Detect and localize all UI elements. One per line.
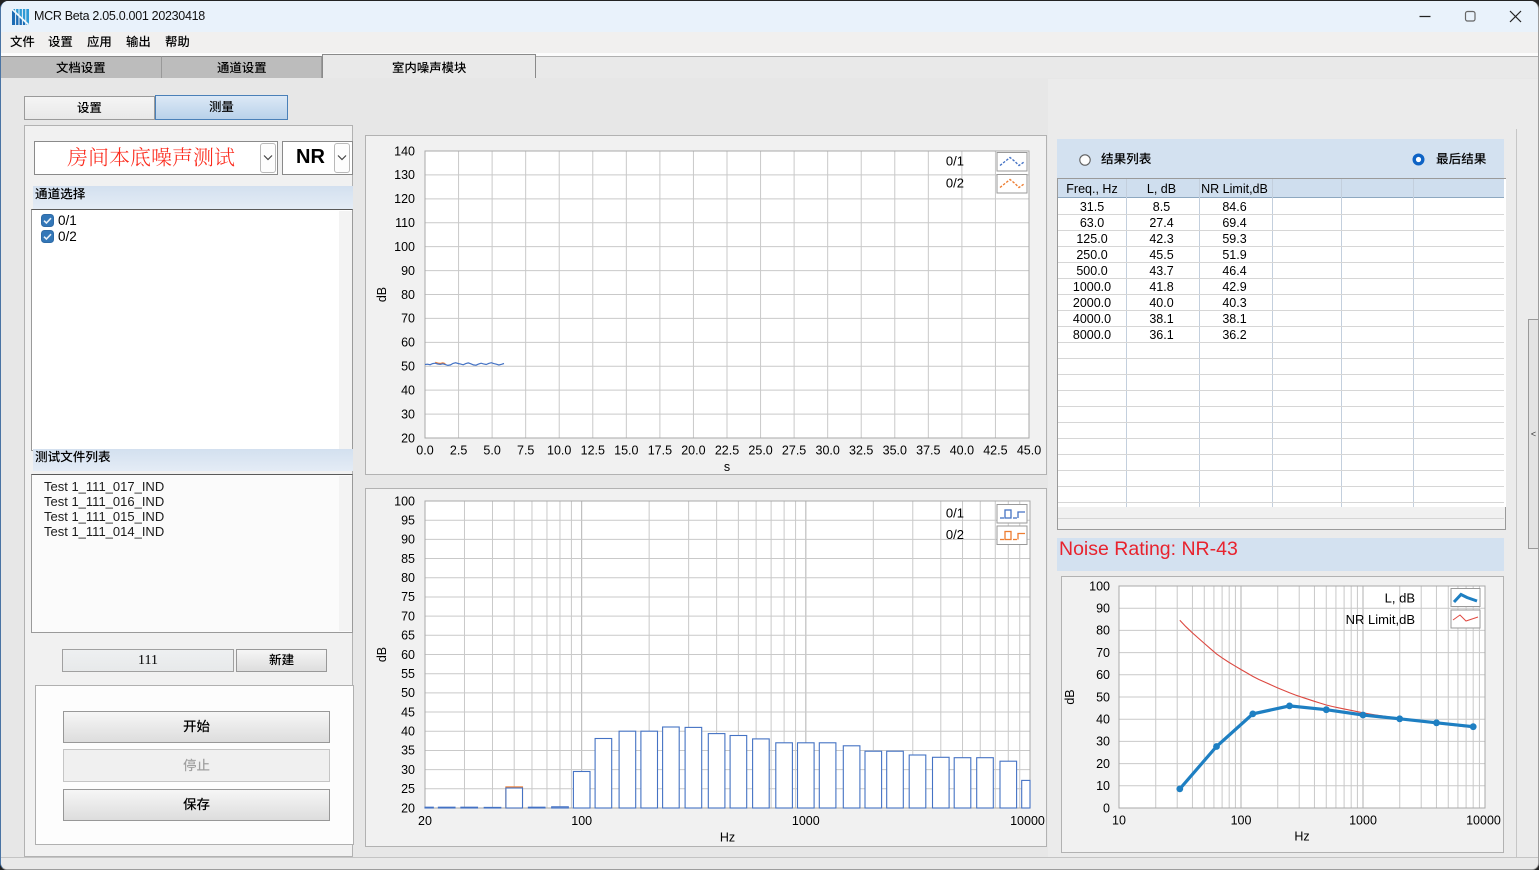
svg-text:100: 100 (1231, 814, 1252, 828)
svg-text:15.0: 15.0 (614, 444, 638, 458)
svg-text:42.5: 42.5 (983, 444, 1007, 458)
svg-text:1000: 1000 (792, 814, 820, 828)
svg-text:80: 80 (401, 571, 415, 585)
svg-text:70: 70 (401, 312, 415, 326)
svg-text:27.5: 27.5 (782, 444, 806, 458)
svg-text:7.5: 7.5 (517, 444, 534, 458)
svg-text:100: 100 (394, 494, 415, 508)
svg-text:70: 70 (1096, 646, 1110, 660)
svg-text:90: 90 (401, 533, 415, 547)
svg-text:65: 65 (401, 629, 415, 643)
svg-text:100: 100 (1089, 579, 1110, 593)
svg-text:10: 10 (1112, 814, 1126, 828)
svg-text:0.0: 0.0 (416, 444, 433, 458)
svg-text:25.0: 25.0 (748, 444, 772, 458)
svg-text:30: 30 (1096, 735, 1110, 749)
svg-text:45.0: 45.0 (1017, 444, 1041, 458)
svg-text:40: 40 (401, 725, 415, 739)
svg-text:35.0: 35.0 (883, 444, 907, 458)
svg-text:NR Limit,dB: NR Limit,dB (1346, 612, 1415, 627)
svg-text:120: 120 (394, 192, 415, 206)
svg-text:30: 30 (401, 407, 415, 421)
svg-text:80: 80 (1096, 624, 1110, 638)
svg-text:100: 100 (394, 240, 415, 254)
svg-text:Hz: Hz (720, 831, 735, 845)
svg-text:0/1: 0/1 (946, 506, 964, 521)
svg-text:50: 50 (401, 360, 415, 374)
svg-text:90: 90 (401, 264, 415, 278)
svg-text:30.0: 30.0 (816, 444, 840, 458)
svg-text:85: 85 (401, 552, 415, 566)
svg-text:L, dB: L, dB (1385, 591, 1415, 606)
svg-text:140: 140 (394, 144, 415, 158)
svg-text:10.0: 10.0 (547, 444, 571, 458)
svg-text:60: 60 (1096, 668, 1110, 682)
svg-text:55: 55 (401, 667, 415, 681)
svg-text:12.5: 12.5 (581, 444, 605, 458)
svg-text:s: s (724, 460, 730, 474)
svg-text:20: 20 (1096, 757, 1110, 771)
svg-text:90: 90 (1096, 602, 1110, 616)
svg-text:32.5: 32.5 (849, 444, 873, 458)
svg-text:130: 130 (394, 168, 415, 182)
svg-text:20: 20 (418, 814, 432, 828)
svg-text:70: 70 (401, 609, 415, 623)
svg-text:10000: 10000 (1466, 814, 1501, 828)
svg-text:Hz: Hz (1294, 830, 1309, 844)
svg-text:5.0: 5.0 (483, 444, 500, 458)
svg-text:dB: dB (375, 647, 389, 662)
svg-text:22.5: 22.5 (715, 444, 739, 458)
svg-text:0: 0 (1103, 801, 1110, 815)
svg-text:35: 35 (401, 744, 415, 758)
svg-text:80: 80 (401, 288, 415, 302)
svg-text:40: 40 (1096, 713, 1110, 727)
svg-text:100: 100 (571, 814, 592, 828)
svg-text:50: 50 (401, 686, 415, 700)
svg-text:20.0: 20.0 (681, 444, 705, 458)
svg-text:dB: dB (1063, 689, 1077, 704)
svg-text:0/2: 0/2 (946, 527, 964, 542)
svg-text:20: 20 (401, 431, 415, 445)
svg-text:95: 95 (401, 514, 415, 528)
svg-text:110: 110 (395, 216, 415, 230)
svg-text:37.5: 37.5 (916, 444, 940, 458)
svg-text:10000: 10000 (1010, 814, 1045, 828)
svg-text:40.0: 40.0 (950, 444, 974, 458)
svg-text:60: 60 (401, 648, 415, 662)
svg-text:40: 40 (401, 384, 415, 398)
svg-text:10: 10 (1096, 779, 1110, 793)
svg-text:1000: 1000 (1349, 814, 1377, 828)
svg-text:20: 20 (401, 801, 415, 815)
svg-text:45: 45 (401, 705, 415, 719)
svg-text:dB: dB (375, 287, 389, 302)
svg-text:75: 75 (401, 590, 415, 604)
svg-text:30: 30 (401, 763, 415, 777)
svg-text:0/1: 0/1 (946, 154, 964, 169)
svg-text:60: 60 (401, 336, 415, 350)
svg-text:17.5: 17.5 (648, 444, 672, 458)
svg-text:50: 50 (1096, 690, 1110, 704)
svg-text:0/2: 0/2 (946, 176, 964, 191)
svg-text:25: 25 (401, 782, 415, 796)
svg-text:2.5: 2.5 (450, 444, 467, 458)
